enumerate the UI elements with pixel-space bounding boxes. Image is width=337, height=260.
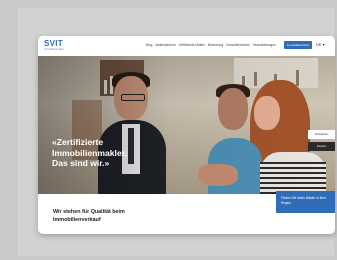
find-agent-label: Finden Sie einen Makler in Ihrer Region: [281, 196, 327, 205]
nav-item-certified-agents[interactable]: Zertifizierte Makler: [179, 43, 205, 47]
property-search-button[interactable]: Immobiliensuche: [284, 41, 312, 49]
hero-banner: «Zertifizierte Immobilienmakler. Das sin…: [38, 56, 335, 194]
main-nav: Blog Maklerkarriere Zertifizierte Makler…: [146, 43, 276, 47]
find-agent-button[interactable]: Finden Sie einen Makler in Ihrer Region …: [276, 191, 335, 213]
tab-buy[interactable]: Kaufen: [308, 142, 335, 151]
nav-item-blog[interactable]: Blog: [146, 43, 152, 47]
section-heading: Wir stehen für Qualität beim Immobilienv…: [53, 209, 125, 223]
nav-item-valuation[interactable]: Bewertung: [208, 43, 223, 47]
site-logo[interactable]: SVIT Immobilienmakler: [44, 39, 78, 53]
logo-subtitle: Immobilienmakler: [44, 48, 65, 51]
tab-sell[interactable]: Verkaufen: [308, 130, 335, 139]
nav-item-career[interactable]: Maklerkarriere: [155, 43, 175, 47]
hero-headline: «Zertifizierte Immobilienmakler. Das sin…: [52, 137, 127, 168]
logo-text: SVIT: [44, 39, 63, 48]
language-selector[interactable]: DE ▾: [316, 42, 325, 47]
site-header: SVIT Immobilienmakler Blog Maklerkarrier…: [38, 36, 335, 56]
website-preview: SVIT Immobilienmakler Blog Maklerkarrier…: [38, 36, 335, 234]
nav-item-market[interactable]: Immobilienmarkt: [226, 43, 249, 47]
nav-item-events[interactable]: Veranstaltungen: [253, 43, 276, 47]
